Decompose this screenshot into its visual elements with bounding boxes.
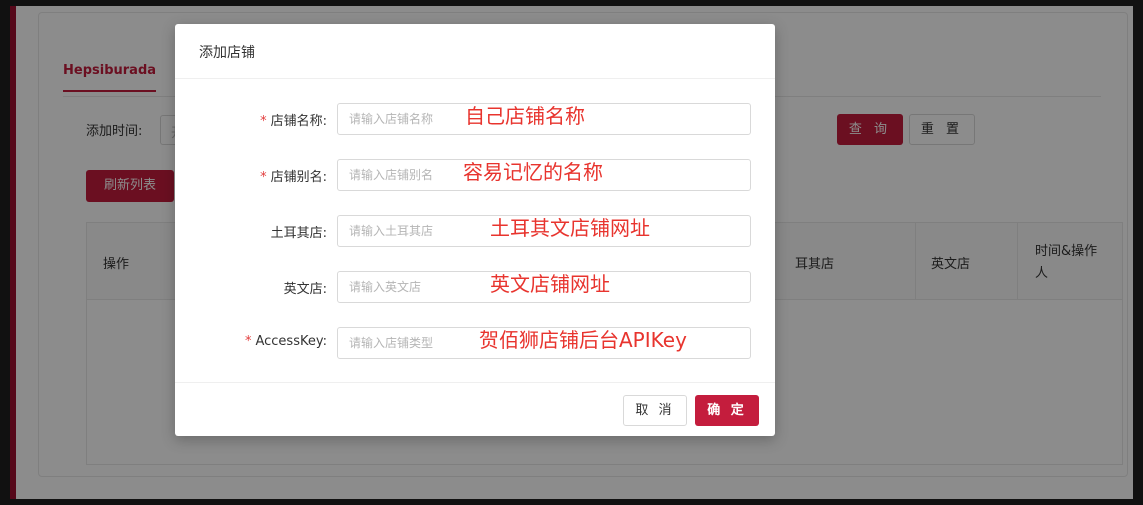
access-key-label: * AccessKey:: [244, 334, 327, 349]
dialog-header: 添加店铺: [175, 24, 775, 79]
store-name-label: * 店铺名称:: [260, 114, 327, 129]
form-row-store-name: *店铺名称: 自己店铺名称: [175, 103, 775, 135]
turkey-store-label: 土耳其店:: [270, 226, 327, 241]
required-mark: *: [244, 334, 252, 349]
english-store-label: 英文店:: [283, 282, 327, 297]
add-store-dialog: 添加店铺 *店铺名称: 自己店铺名称 *店铺别名: 容易记忆的名称 土耳其店: …: [175, 24, 775, 436]
access-key-input[interactable]: [337, 327, 751, 359]
dialog-footer: 取 消 确 定: [175, 382, 775, 436]
form-row-store-alias: *店铺别名: 容易记忆的名称: [175, 159, 775, 191]
confirm-button[interactable]: 确 定: [695, 395, 759, 426]
form-row-turkey-store: 土耳其店: 土耳其文店铺网址: [175, 215, 775, 247]
turkey-store-input[interactable]: [337, 215, 751, 247]
store-alias-label: * 店铺别名:: [260, 170, 327, 185]
cancel-button[interactable]: 取 消: [623, 395, 687, 426]
store-name-input[interactable]: [337, 103, 751, 135]
form-row-access-key: *AccessKey: 贺佰狮店铺后台APIKey: [175, 327, 775, 359]
required-mark: *: [260, 114, 267, 129]
english-store-input[interactable]: [337, 271, 751, 303]
dialog-title: 添加店铺: [199, 45, 255, 61]
store-alias-input[interactable]: [337, 159, 751, 191]
form-row-english-store: 英文店: 英文店铺网址: [175, 271, 775, 303]
required-mark: *: [260, 170, 267, 185]
